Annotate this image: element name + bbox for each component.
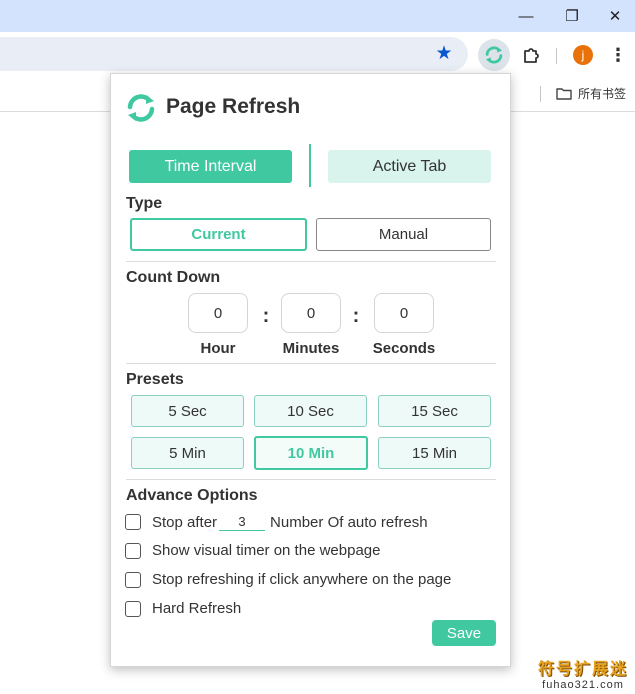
stop-on-click-checkbox[interactable] [125,571,141,588]
time-separator: : [262,304,270,327]
popup-title: Page Refresh [166,95,301,118]
preset-10-sec-button[interactable]: 10 Sec [254,395,367,427]
page-refresh-logo-icon [127,94,155,122]
bookmarks-separator [540,86,541,102]
tab-time-interval[interactable]: Time Interval [129,150,292,183]
address-bar[interactable] [0,37,468,71]
seconds-label: Seconds [372,340,436,357]
minimize-button[interactable]: — [503,0,549,32]
profile-avatar[interactable]: j [573,45,593,65]
type-manual-button[interactable]: Manual [316,218,491,251]
seconds-input[interactable]: 0 [374,293,434,333]
more-menu-icon[interactable]: ⋮ [609,44,627,66]
presets-heading: Presets [126,371,184,388]
type-heading: Type [126,195,163,212]
extensions-puzzle-icon[interactable] [519,42,545,68]
hard-refresh-checkbox[interactable] [125,600,141,617]
stop-after-option: Stop after Number Of auto refresh [125,513,428,531]
time-separator: : [352,304,360,327]
site-watermark: 符号扩展迷 fuhao321.com [538,655,628,691]
preset-5-min-button[interactable]: 5 Min [131,437,244,469]
toolbar-separator [556,48,557,64]
hard-refresh-option: Hard Refresh [125,600,241,617]
close-window-button[interactable]: ✕ [595,0,635,32]
restore-button[interactable]: ❐ [549,0,595,32]
preset-10-min-button[interactable]: 10 Min [254,436,368,470]
divider [126,363,496,364]
stop-on-click-option: Stop refreshing if click anywhere on the… [125,571,451,588]
advance-options-heading: Advance Options [126,487,258,504]
stop-after-prefix: Stop after [152,513,218,531]
divider [126,261,496,262]
page-refresh-extension-icon[interactable] [478,39,510,71]
minutes-label: Minutes [282,340,340,357]
tab-divider [309,144,311,187]
hour-label: Hour [200,340,236,357]
preset-15-min-button[interactable]: 15 Min [378,437,491,469]
visual-timer-checkbox[interactable] [125,542,141,559]
bookmark-star-icon[interactable]: ★ [433,42,455,64]
stop-after-checkbox[interactable] [125,514,141,530]
bookmark-folder-label: 所有书签 [578,87,627,101]
hour-input[interactable]: 0 [188,293,248,333]
watermark-url: fuhao321.com [542,679,624,691]
countdown-heading: Count Down [126,269,221,286]
divider [126,479,496,480]
minutes-input[interactable]: 0 [281,293,341,333]
visual-timer-option: Show visual timer on the webpage [125,542,380,559]
type-current-button[interactable]: Current [130,218,307,251]
preset-15-sec-button[interactable]: 15 Sec [378,395,491,427]
all-bookmarks-folder[interactable]: 所有书签 [556,85,626,102]
hard-refresh-label: Hard Refresh [152,600,242,617]
page-refresh-popup: Page Refresh Time Interval Active Tab Ty… [110,73,511,667]
browser-titlebar: — ❐ ✕ [0,0,635,32]
preset-5-sec-button[interactable]: 5 Sec [131,395,244,427]
watermark-title: 符号扩展迷 [538,661,629,678]
stop-after-suffix: Number Of auto refresh [270,513,428,531]
visual-timer-label: Show visual timer on the webpage [152,542,381,559]
save-button[interactable]: Save [432,620,496,646]
tab-active-tab[interactable]: Active Tab [328,150,491,183]
stop-on-click-label: Stop refreshing if click anywhere on the… [152,571,452,588]
stop-after-count-input[interactable] [219,513,266,531]
browser-toolbar: ★ j ⋮ [0,32,635,78]
refresh-logo-icon [485,46,503,64]
folder-icon [556,88,572,100]
